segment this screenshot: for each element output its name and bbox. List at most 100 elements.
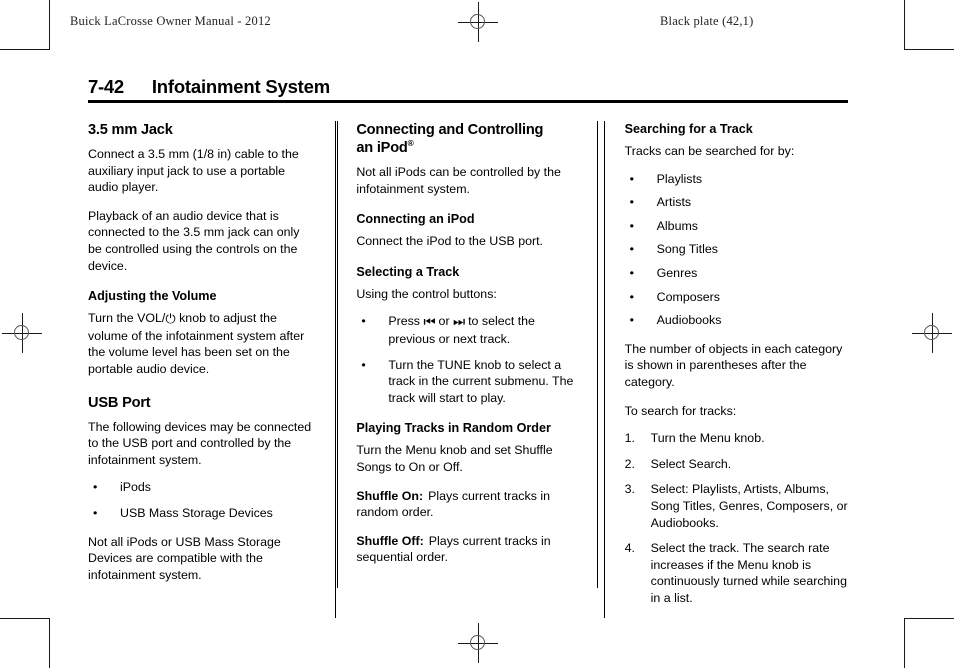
step-text: Select Search. xyxy=(650,456,732,471)
list-item-label: Song Titles xyxy=(656,242,718,257)
paragraph-connect-cable: Connect a 3.5 mm (1/8 in) cable to the a… xyxy=(88,147,299,195)
paragraph-ipod-control-note: Not all iPods can be controlled by the i… xyxy=(356,165,561,196)
crop-mark-top-right-vertical xyxy=(904,0,905,50)
step-text: Select: Playlists, Artists, Albums, Song… xyxy=(650,482,848,530)
step-number: 1. xyxy=(624,431,635,446)
bullet-icon: • xyxy=(93,480,98,495)
list-item: • Turn the TUNE knob to select a track in… xyxy=(356,357,581,407)
column-3: Searching for a Track Tracks can be sear… xyxy=(603,121,850,619)
bullet-icon: • xyxy=(629,289,634,304)
bullet-icon: • xyxy=(629,313,634,328)
bullet-icon: • xyxy=(361,314,366,329)
bullet-icon: • xyxy=(629,265,634,280)
list-item: • Albums xyxy=(625,218,850,235)
heading-3-5mm-jack: 3.5 mm Jack xyxy=(88,122,173,138)
next-track-icon: ⏭ xyxy=(453,314,465,330)
volume-text-pre: Turn the VOL/ xyxy=(88,311,166,326)
crop-mark-bottom-left-horizontal xyxy=(0,618,50,619)
paragraph-object-count-note: The number of objects in each category i… xyxy=(624,341,843,389)
bullet-icon: • xyxy=(629,195,634,210)
search-steps-list: 1. Turn the Menu knob. 2. Select Search. 3… xyxy=(625,430,850,606)
crop-mark-bottom-left-vertical xyxy=(49,618,50,668)
step-number: 4. xyxy=(624,541,635,556)
list-item: • Artists xyxy=(625,194,850,211)
bullet-icon: • xyxy=(629,171,634,186)
list-item-label: Albums xyxy=(656,218,698,233)
list-item: • USB Mass Storage Devices xyxy=(88,505,313,522)
heading-line-1: Connecting and Controlling xyxy=(356,122,544,138)
paragraph-shuffle-songs: Turn the Menu knob and set Shuffle Songs… xyxy=(356,443,553,474)
heading-playing-tracks-random-order: Playing Tracks in Random Order xyxy=(356,421,551,436)
power-icon: ⏻ xyxy=(165,311,176,327)
bullet-icon: • xyxy=(629,218,634,233)
shuffle-off-label: Shuffle Off: xyxy=(356,533,424,548)
list-item: 1. Turn the Menu knob. xyxy=(625,430,850,447)
shuffle-on-label: Shuffle On: xyxy=(356,488,424,503)
registration-mark-left xyxy=(2,313,42,353)
list-item: • iPods xyxy=(88,479,313,496)
list-item-label: Audiobooks xyxy=(656,313,722,328)
manual-title-header: Buick LaCrosse Owner Manual - 2012 xyxy=(70,14,271,28)
bullet-icon: • xyxy=(93,505,98,520)
column-2: Connecting and Controlling an iPod® Not a… xyxy=(335,121,581,619)
press-text-mid: or xyxy=(435,314,454,329)
step-text: Turn the Menu knob. xyxy=(650,431,765,446)
step-number: 2. xyxy=(624,456,635,471)
bullet-icon: • xyxy=(361,357,366,372)
search-category-list: • Playlists • Artists • Albums • Song Titles… xyxy=(625,171,850,329)
registration-mark-right xyxy=(912,313,952,353)
list-item-label: USB Mass Storage Devices xyxy=(120,505,273,520)
usb-device-list: • iPods • USB Mass Storage Devices xyxy=(88,479,313,521)
crop-mark-top-right-horizontal xyxy=(904,49,954,50)
list-item: • Song Titles xyxy=(625,241,850,258)
step-number: 3. xyxy=(624,482,635,497)
heading-adjusting-the-volume: Adjusting the Volume xyxy=(88,289,217,304)
chapter-title: Infotainment System xyxy=(151,76,330,97)
list-item: • Audiobooks xyxy=(625,312,850,329)
page-number: 7-42 xyxy=(88,76,124,97)
list-item: 2. Select Search. xyxy=(625,456,850,473)
list-item: • Composers xyxy=(625,289,850,306)
paragraph-playback-control: Playback of an audio device that is conn… xyxy=(88,208,300,273)
bullet-icon: • xyxy=(629,242,634,257)
step-text: Select the track. The search rate increa… xyxy=(650,541,847,605)
registered-trademark-icon: ® xyxy=(407,138,414,149)
registration-mark-top xyxy=(458,2,498,42)
paragraph-compatibility-note: Not all iPods or USB Mass Storage Device… xyxy=(88,534,281,582)
list-item-label: Playlists xyxy=(656,171,703,186)
list-item-label: Genres xyxy=(656,265,698,280)
track-control-list: • Press ⏮ or ⏭ to select the previous or… xyxy=(356,313,581,406)
page-title: 7-42 Infotainment System xyxy=(88,76,848,98)
paragraph-to-search-tracks: To search for tracks: xyxy=(624,403,737,418)
list-item-label: Composers xyxy=(656,289,721,304)
list-item: 3. Select: Playlists, Artists, Albums, So… xyxy=(625,481,850,531)
press-text-pre: Press xyxy=(388,314,424,329)
content-columns: 3.5 mm Jack Connect a 3.5 mm (1/8 in) ca… xyxy=(88,121,850,619)
column-1: 3.5 mm Jack Connect a 3.5 mm (1/8 in) ca… xyxy=(88,121,313,618)
paragraph-tracks-searched-by: Tracks can be searched for by: xyxy=(624,144,795,158)
crop-mark-top-left-vertical xyxy=(49,0,50,50)
list-item-label: iPods xyxy=(120,480,151,495)
list-item: • Genres xyxy=(625,265,850,282)
heading-selecting-a-track: Selecting a Track xyxy=(356,264,460,279)
crop-mark-top-left-horizontal xyxy=(0,49,50,50)
previous-track-icon: ⏮ xyxy=(423,314,436,330)
heading-connecting-an-ipod: Connecting an iPod xyxy=(356,212,475,227)
paragraph-usb-devices: The following devices may be connected t… xyxy=(88,419,312,467)
title-rule xyxy=(88,100,848,103)
crop-mark-bottom-right-vertical xyxy=(904,618,905,668)
registration-mark-bottom xyxy=(458,623,498,663)
list-item-label: Artists xyxy=(656,195,692,210)
paragraph-shuffle-on: Shuffle On: Plays current tracks in rando… xyxy=(356,488,581,521)
heading-connecting-controlling-ipod: Connecting and Controlling an iPod® xyxy=(356,121,581,157)
list-item: 4. Select the track. The search rate incr… xyxy=(625,540,850,606)
list-item-label: Turn the TUNE knob to select a track in … xyxy=(388,357,574,405)
crop-mark-bottom-right-horizontal xyxy=(904,618,954,619)
paragraph-using-control-buttons: Using the control buttons: xyxy=(356,286,497,301)
list-item: • Press ⏮ or ⏭ to select the previous or… xyxy=(356,313,581,347)
paragraph-volume-knob: Turn the VOL/⏻ knob to adjust the volume… xyxy=(88,310,313,377)
heading-searching-for-a-track: Searching for a Track xyxy=(624,122,753,136)
heading-line-2: an iPod xyxy=(356,140,408,156)
list-item: • Playlists xyxy=(625,171,850,188)
paragraph-shuffle-off: Shuffle Off: Plays current tracks in sequ… xyxy=(356,533,581,566)
